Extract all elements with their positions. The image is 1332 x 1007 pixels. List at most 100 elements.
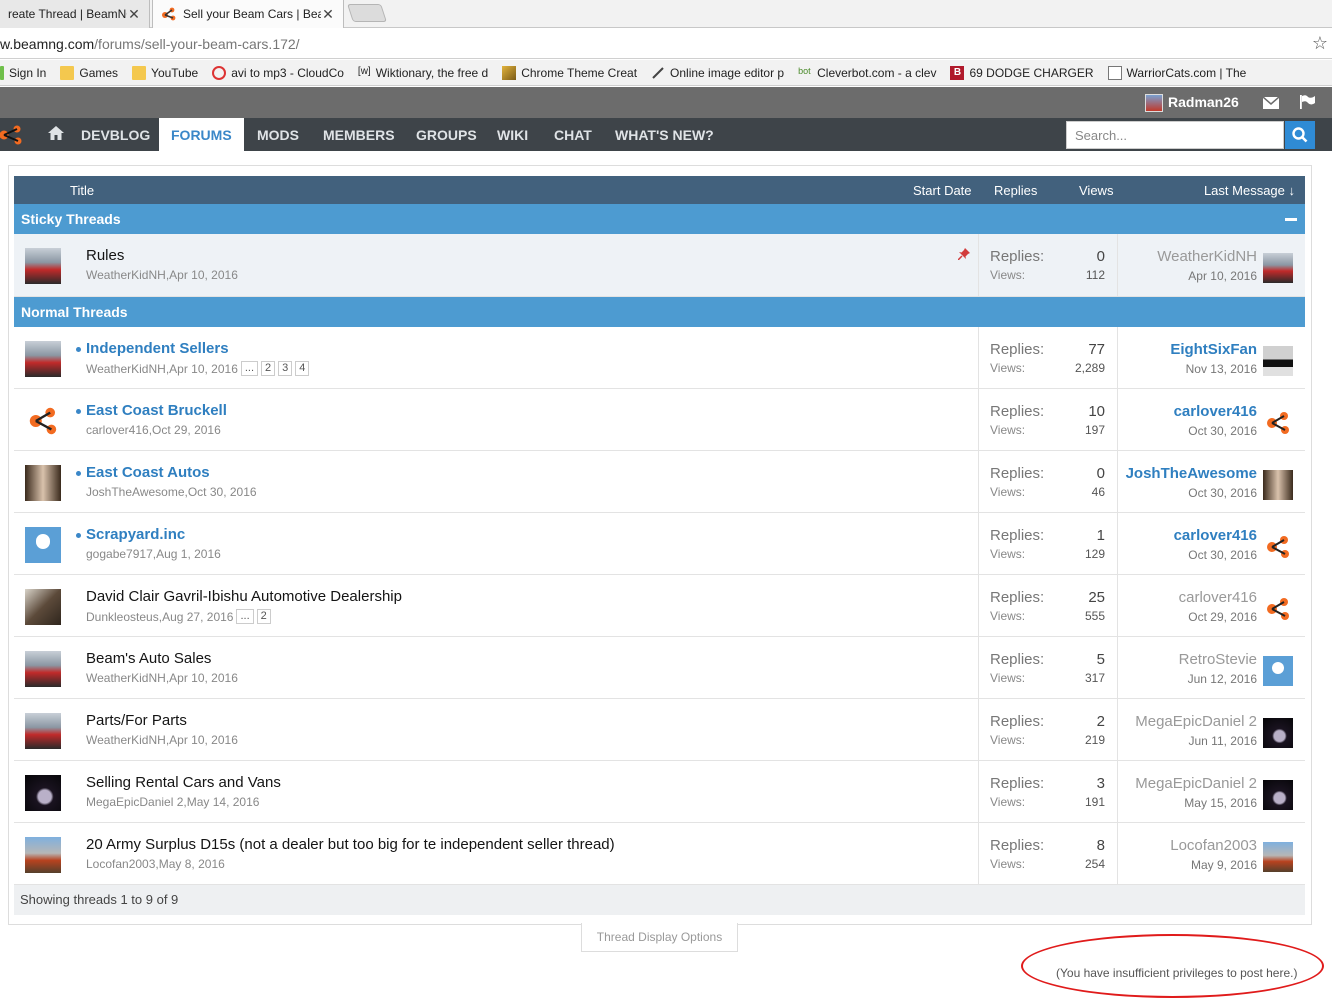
thread-row[interactable]: Selling Rental Cars and Vans MegaEpicDani… xyxy=(14,761,1305,823)
thread-title-link[interactable]: Independent Sellers xyxy=(86,340,229,357)
nav-forums[interactable]: FORUMS xyxy=(159,118,244,152)
last-poster-avatar[interactable] xyxy=(1263,408,1293,438)
last-post-date[interactable]: Jun 11, 2016 xyxy=(1188,734,1257,748)
author-avatar[interactable] xyxy=(25,465,61,501)
thread-row[interactable]: Beam's Auto Sales WeatherKidNH, Apr 10, 2… xyxy=(14,637,1305,699)
last-post-date[interactable]: May 9, 2016 xyxy=(1191,858,1257,872)
bookmark-star-icon[interactable]: ☆ xyxy=(1312,33,1328,54)
last-poster-avatar[interactable] xyxy=(1263,842,1293,872)
author-avatar[interactable] xyxy=(25,341,61,377)
thread-author-link[interactable]: Dunkleosteus xyxy=(86,610,159,624)
thread-title-link[interactable]: Selling Rental Cars and Vans xyxy=(86,774,281,791)
bookmark-wiktionary[interactable]: [w] Wiktionary, the free d xyxy=(358,66,488,80)
bookmark-cleverbot[interactable]: bot Cleverbot.com - a clev xyxy=(798,66,936,80)
last-poster-avatar[interactable] xyxy=(1263,718,1293,748)
author-avatar[interactable] xyxy=(25,713,61,749)
last-poster-avatar[interactable] xyxy=(1263,780,1293,810)
thread-author-link[interactable]: JoshTheAwesome xyxy=(86,485,185,499)
thread-author-link[interactable]: MegaEpicDaniel 2 xyxy=(86,795,183,809)
last-poster-avatar[interactable] xyxy=(1263,594,1293,624)
last-poster-link[interactable]: WeatherKidNH xyxy=(1157,248,1257,265)
last-poster-link[interactable]: carlover416 xyxy=(1174,527,1257,544)
bookmark-youtube[interactable]: YouTube xyxy=(132,65,198,80)
bookmark-chrome-theme[interactable]: Chrome Theme Creat xyxy=(502,65,637,80)
thread-author-link[interactable]: WeatherKidNH xyxy=(86,362,166,376)
col-start-date[interactable]: Start Date xyxy=(913,183,972,198)
address-bar[interactable]: w.beamng.com/forums/sell-your-beam-cars.… xyxy=(0,29,1332,59)
last-post-date[interactable]: May 15, 2016 xyxy=(1184,796,1257,810)
author-avatar[interactable] xyxy=(25,837,61,873)
close-icon[interactable]: ✕ xyxy=(127,6,141,23)
last-poster-link[interactable]: Locofan2003 xyxy=(1170,837,1257,854)
browser-tab-sell-your-beam-cars[interactable]: Sell your Beam Cars | Bea ✕ xyxy=(152,0,344,28)
bookmark-dodge-charger[interactable]: B 69 DODGE CHARGER xyxy=(950,65,1094,80)
last-poster-avatar[interactable] xyxy=(1263,656,1293,686)
last-post-date[interactable]: Oct 30, 2016 xyxy=(1188,424,1257,438)
col-title[interactable]: Title xyxy=(70,183,94,198)
thread-row[interactable]: Parts/For Parts WeatherKidNH, Apr 10, 201… xyxy=(14,699,1305,761)
new-tab-button[interactable] xyxy=(347,4,387,22)
search-input[interactable]: Search... xyxy=(1066,121,1284,149)
last-post-date[interactable]: Oct 30, 2016 xyxy=(1188,486,1257,500)
last-post-date[interactable]: Oct 30, 2016 xyxy=(1188,548,1257,562)
thread-row[interactable]: 20 Army Surplus D15s (not a dealer but t… xyxy=(14,823,1305,885)
page-link[interactable]: 2 xyxy=(261,361,276,376)
last-poster-link[interactable]: MegaEpicDaniel 2 xyxy=(1135,713,1257,730)
nav-wiki[interactable]: WIKI xyxy=(485,118,540,151)
nav-devblog[interactable]: DEVBLOG xyxy=(69,118,162,151)
nav-groups[interactable]: GROUPS xyxy=(404,118,489,151)
author-avatar[interactable] xyxy=(25,589,61,625)
beamng-logo-icon[interactable] xyxy=(0,124,28,146)
last-poster-link[interactable]: carlover416 xyxy=(1179,589,1257,606)
bookmark-warriorcats[interactable]: WarriorCats.com | The xyxy=(1107,65,1246,80)
nav-chat[interactable]: CHAT xyxy=(542,118,604,151)
last-poster-avatar[interactable] xyxy=(1263,346,1293,376)
thread-title-link[interactable]: Rules xyxy=(86,247,124,264)
user-avatar[interactable] xyxy=(1145,94,1163,112)
last-post-date[interactable]: Oct 29, 2016 xyxy=(1188,610,1257,624)
bookmark-games[interactable]: Games xyxy=(60,65,118,80)
page-link[interactable]: ... xyxy=(240,361,259,376)
thread-author-link[interactable]: WeatherKidNH xyxy=(86,268,166,282)
col-last-message[interactable]: Last Message ↓ xyxy=(1204,183,1295,198)
collapse-icon[interactable] xyxy=(1285,218,1297,221)
thread-title-link[interactable]: Parts/For Parts xyxy=(86,712,187,729)
last-poster-avatar[interactable] xyxy=(1263,532,1293,562)
bookmark-sign-in[interactable]: Sign In xyxy=(0,65,46,80)
thread-title-link[interactable]: David Clair Gavril-Ibishu Automotive Dea… xyxy=(86,588,402,605)
thread-author-link[interactable]: WeatherKidNH xyxy=(86,671,166,685)
page-link[interactable]: 4 xyxy=(295,361,310,376)
thread-row[interactable]: Rules WeatherKidNH, Apr 10, 2016 Replies: V… xyxy=(14,234,1305,297)
thread-author-link[interactable]: gogabe7917 xyxy=(86,547,153,561)
last-poster-avatar[interactable] xyxy=(1263,253,1293,283)
thread-title-link[interactable]: Beam's Auto Sales xyxy=(86,650,211,667)
nav-mods[interactable]: MODS xyxy=(245,118,311,151)
thread-row[interactable]: Independent Sellers WeatherKidNH, Apr 10,… xyxy=(14,327,1305,389)
author-avatar[interactable] xyxy=(25,775,61,811)
thread-display-options-button[interactable]: Thread Display Options xyxy=(581,923,738,952)
bookmark-image-editor[interactable]: Online image editor p xyxy=(651,66,784,80)
thread-title-link[interactable]: East Coast Autos xyxy=(86,464,210,481)
thread-row[interactable]: East Coast Autos JoshTheAwesome, Oct 30, … xyxy=(14,451,1305,513)
last-poster-avatar[interactable] xyxy=(1263,470,1293,500)
col-replies[interactable]: Replies xyxy=(994,183,1037,198)
page-link[interactable]: ... xyxy=(236,609,254,624)
username-link[interactable]: Radman26 xyxy=(1168,94,1239,110)
last-poster-link[interactable]: carlover416 xyxy=(1174,403,1257,420)
search-button[interactable] xyxy=(1285,121,1315,149)
thread-title-link[interactable]: 20 Army Surplus D15s (not a dealer but t… xyxy=(86,836,615,853)
browser-tab-create-thread[interactable]: reate Thread | BeamNG ✕ xyxy=(0,0,150,28)
page-link[interactable]: 2 xyxy=(256,609,271,624)
col-views[interactable]: Views xyxy=(1079,183,1113,198)
url-text[interactable]: w.beamng.com/forums/sell-your-beam-cars.… xyxy=(0,36,300,52)
thread-author-link[interactable]: WeatherKidNH xyxy=(86,733,166,747)
thread-author-link[interactable]: Locofan2003 xyxy=(86,857,155,871)
close-icon[interactable]: ✕ xyxy=(321,6,335,23)
bookmark-cloudconvert[interactable]: avi to mp3 - CloudCo xyxy=(212,65,344,80)
thread-title-link[interactable]: East Coast Bruckell xyxy=(86,402,227,419)
thread-row[interactable]: Scrapyard.inc gogabe7917, Aug 1, 2016 Repl… xyxy=(14,513,1305,575)
last-post-date[interactable]: Jun 12, 2016 xyxy=(1188,672,1257,686)
thread-row[interactable]: East Coast Bruckell carlover416, Oct 29, … xyxy=(14,389,1305,451)
thread-author-link[interactable]: carlover416 xyxy=(86,423,149,437)
author-avatar[interactable] xyxy=(25,403,61,439)
